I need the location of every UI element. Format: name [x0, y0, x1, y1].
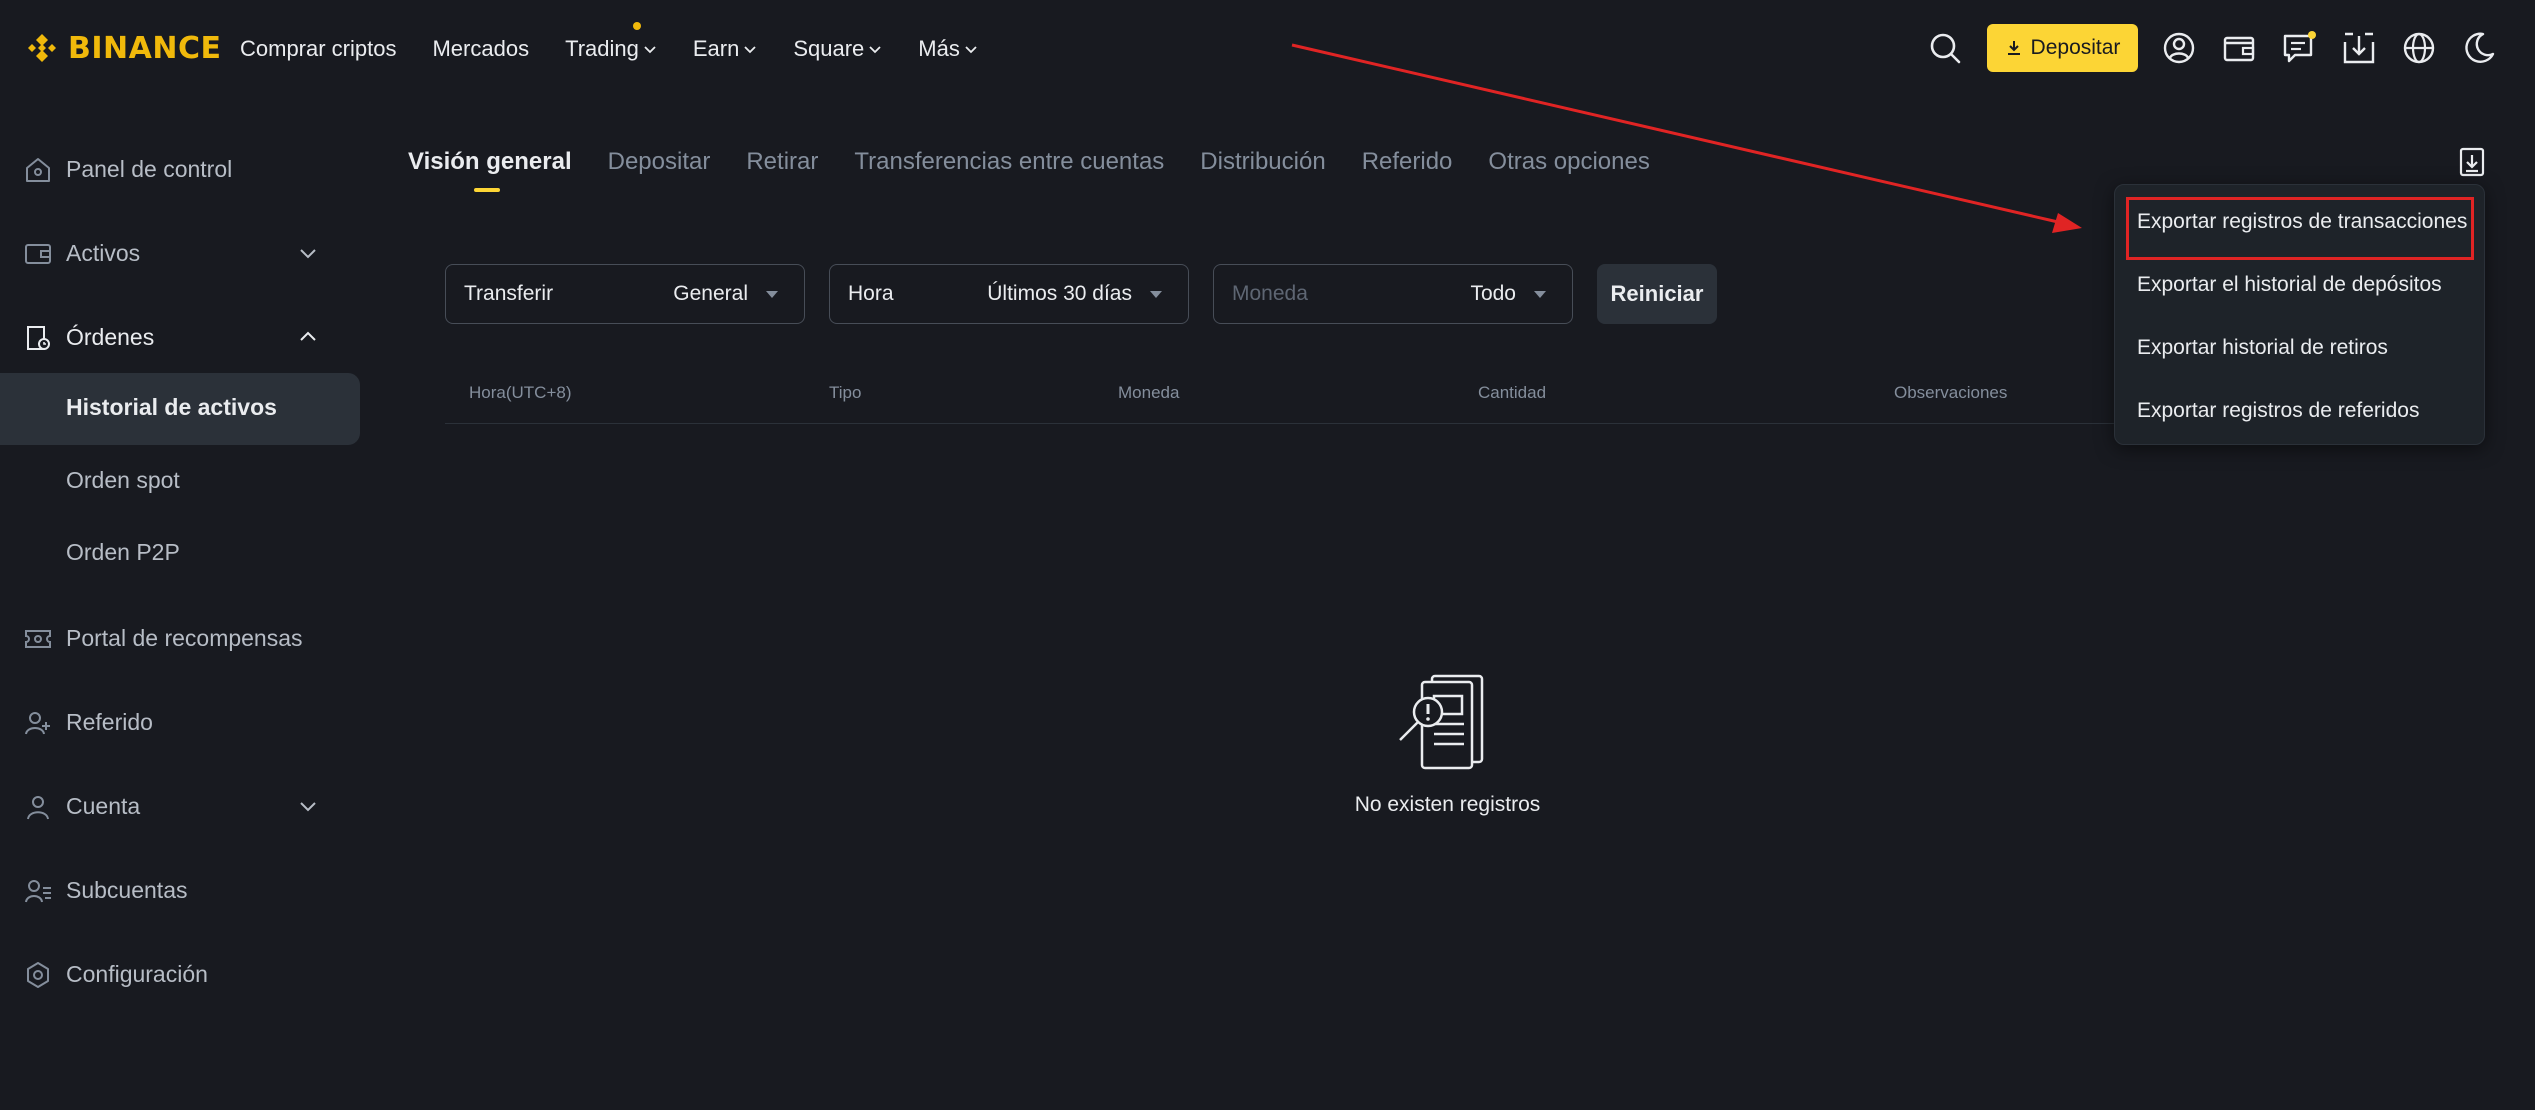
dashboard-icon	[26, 158, 50, 182]
sidebar-item-label: Activos	[66, 239, 141, 266]
search-icon[interactable]	[1927, 30, 1963, 66]
sidebar-item-label: Panel de control	[66, 155, 233, 182]
sidebar-item-subcuentas[interactable]: Subcuentas	[0, 858, 360, 922]
export-icon[interactable]	[2456, 146, 2488, 178]
sidebar-item-configuracion[interactable]: Configuración	[0, 942, 360, 1006]
no-records-icon	[1399, 674, 1484, 770]
time-range-select[interactable]: Hora Últimos 30 días	[829, 264, 1189, 324]
chevron-down-icon	[300, 249, 316, 259]
notification-dot	[633, 21, 642, 30]
nav-mas[interactable]: Más	[918, 36, 978, 62]
chevron-down-icon	[744, 45, 756, 53]
sidebar-item-label: Configuración	[66, 960, 208, 987]
tab-depositar[interactable]: Depositar	[608, 148, 711, 192]
top-header: BINANCE Comprar criptos Mercados Trading…	[0, 0, 2535, 97]
messages-icon[interactable]	[2281, 30, 2317, 66]
user-icon	[27, 796, 49, 820]
logo-text: BINANCE	[68, 30, 222, 66]
filter-label: Transferir	[464, 282, 554, 305]
download-icon	[2007, 41, 2020, 55]
nav-label: Trading	[565, 35, 639, 61]
binance-logo-icon	[28, 34, 56, 62]
transfer-type-select[interactable]: Transferir General	[445, 264, 805, 324]
subaccounts-icon	[25, 880, 51, 903]
tab-vision-general[interactable]: Visión general	[408, 148, 572, 192]
menu-item-export-withdrawals[interactable]: Exportar historial de retiros	[2137, 336, 2388, 360]
reset-button[interactable]: Reiniciar	[1597, 264, 1717, 324]
sidebar-subitem-label: Orden spot	[66, 467, 180, 493]
nav-label: Square	[793, 35, 865, 61]
tab-otras-opciones[interactable]: Otras opciones	[1488, 148, 1649, 192]
column-header-coin: Moneda	[1118, 383, 1180, 402]
sidebar-subitem-orden-p2p[interactable]: Orden P2P	[0, 518, 360, 590]
nav-earn[interactable]: Earn	[693, 36, 757, 62]
wallet-icon[interactable]	[2221, 30, 2257, 66]
nav-trading[interactable]: Trading	[565, 21, 657, 62]
globe-icon[interactable]	[2401, 30, 2437, 66]
caret-down-icon	[766, 291, 778, 298]
sidebar-item-label: Órdenes	[66, 323, 155, 350]
caret-down-icon	[1534, 291, 1546, 298]
tab-retirar[interactable]: Retirar	[746, 148, 818, 192]
caret-down-icon	[1150, 291, 1162, 298]
column-header-type: Tipo	[829, 383, 862, 402]
filter-value: Todo	[1470, 282, 1516, 305]
add-user-icon	[25, 712, 50, 735]
sidebar-item-panel-de-control[interactable]: Panel de control	[0, 137, 360, 201]
nav-label: Mercados	[432, 35, 530, 61]
sidebar-item-ordenes[interactable]: Órdenes	[0, 305, 360, 369]
user-icon[interactable]	[2161, 30, 2197, 66]
chevron-up-icon	[300, 331, 316, 341]
menu-item-export-deposits[interactable]: Exportar el historial de depósitos	[2137, 273, 2442, 297]
empty-state-text: No existen registros	[1354, 793, 1541, 816]
nav-square[interactable]: Square	[793, 36, 882, 62]
sidebar-item-cuenta[interactable]: Cuenta	[0, 774, 360, 838]
wallet-icon	[25, 244, 51, 264]
column-header-amount: Cantidad	[1478, 383, 1547, 402]
main-nav: Comprar criptos Mercados Trading Earn Sq…	[240, 0, 1014, 97]
deposit-label: Depositar	[2030, 36, 2121, 59]
filter-label: Hora	[848, 282, 894, 305]
chevron-down-icon	[965, 45, 977, 53]
sidebar-item-activos[interactable]: Activos	[0, 221, 360, 285]
nav-label: Earn	[692, 35, 740, 61]
column-header-notes: Observaciones	[1894, 383, 2008, 402]
moon-icon[interactable]	[2461, 30, 2497, 66]
table-divider	[445, 423, 2115, 424]
sidebar-item-label: Subcuentas	[66, 876, 188, 903]
nav-label: Más	[918, 35, 960, 61]
column-header-time: Hora(UTC+8)	[469, 383, 572, 402]
sidebar-item-label: Referido	[66, 708, 153, 735]
orders-icon	[27, 326, 50, 350]
chevron-down-icon	[300, 802, 316, 812]
sidebar-subitem-orden-spot[interactable]: Orden spot	[0, 446, 360, 518]
deposit-button[interactable]: Depositar	[1987, 24, 2138, 72]
tab-distribucion[interactable]: Distribución	[1200, 148, 1325, 192]
chevron-down-icon	[644, 45, 656, 53]
filter-value: Últimos 30 días	[987, 282, 1132, 305]
coin-select[interactable]: Moneda Todo	[1213, 264, 1573, 324]
binance-logo[interactable]: BINANCE	[24, 27, 221, 69]
sidebar-item-referido[interactable]: Referido	[0, 690, 360, 754]
chevron-down-icon	[869, 45, 881, 53]
download-app-icon[interactable]	[2341, 30, 2377, 66]
filter-placeholder: Moneda	[1232, 282, 1308, 305]
sidebar-item-portal-de-recompensas[interactable]: Portal de recompensas	[0, 606, 360, 670]
sidebar-item-label: Cuenta	[66, 792, 141, 819]
annotation-highlight-box	[2126, 197, 2474, 260]
filter-value: General	[673, 282, 748, 305]
tab-referido[interactable]: Referido	[1362, 148, 1453, 192]
history-tabs: Visión general Depositar Retirar Transfe…	[408, 148, 1686, 192]
nav-label: Comprar criptos	[240, 35, 397, 61]
tab-transferencias[interactable]: Transferencias entre cuentas	[854, 148, 1164, 192]
sidebar-subitem-historial-de-activos[interactable]: Historial de activos	[0, 373, 360, 445]
nav-comprar-criptos[interactable]: Comprar criptos	[240, 36, 396, 62]
menu-item-export-referrals[interactable]: Exportar registros de referidos	[2137, 399, 2419, 423]
ticket-icon	[25, 630, 51, 648]
nav-mercados[interactable]: Mercados	[432, 36, 529, 62]
settings-icon	[27, 962, 49, 988]
sidebar-item-label: Portal de recompensas	[66, 624, 303, 651]
sidebar-subitem-label: Historial de activos	[66, 394, 277, 420]
sidebar-subitem-label: Orden P2P	[66, 539, 180, 565]
